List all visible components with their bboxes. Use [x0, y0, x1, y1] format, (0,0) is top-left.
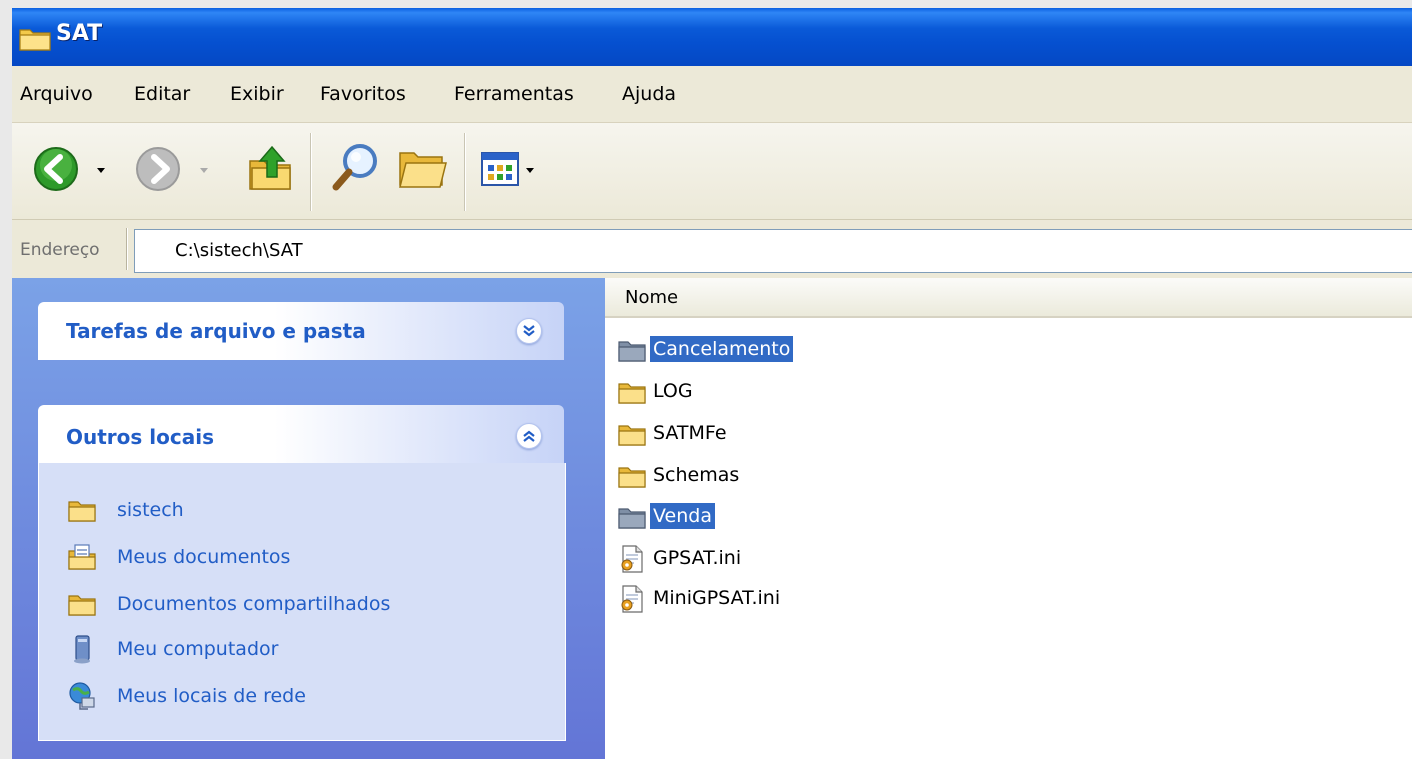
network-icon	[69, 682, 95, 710]
expand-chevron-icon[interactable]	[516, 318, 542, 344]
column-header-label: Nome	[625, 287, 679, 308]
search-icon[interactable]	[330, 141, 382, 195]
file-list: Nome Cancelamento LOG SATMFe Schemas Ven…	[605, 278, 1412, 759]
file-name: Cancelamento	[650, 336, 794, 362]
folder-icon	[618, 341, 646, 362]
menu-bar: Arquivo Editar Exibir Favoritos Ferramen…	[12, 66, 1412, 123]
back-icon[interactable]	[32, 145, 80, 193]
file-name: LOG	[653, 380, 693, 402]
address-label: Endereço	[20, 240, 100, 260]
file-name: Schemas	[653, 464, 740, 486]
menu-favoritos[interactable]: Favoritos	[320, 83, 406, 105]
menu-ajuda[interactable]: Ajuda	[622, 83, 676, 105]
place-item-label: Meu computador	[117, 638, 279, 660]
address-value: C:\sistech\SAT	[175, 240, 303, 261]
folder-icon	[618, 467, 646, 488]
window-title: SAT	[56, 21, 103, 46]
folder-icon	[68, 595, 96, 616]
place-item-label: sistech	[117, 499, 184, 521]
file-tasks-title: Tarefas de arquivo e pasta	[66, 319, 366, 343]
folder-icon	[19, 29, 51, 51]
other-places-title: Outros locais	[66, 425, 214, 449]
place-item-label: Meus documentos	[117, 546, 291, 568]
toolbar-separator	[310, 133, 312, 211]
ini-file-icon	[621, 585, 643, 613]
menu-editar[interactable]: Editar	[134, 83, 190, 105]
my-documents-icon	[68, 544, 96, 570]
menu-exibir[interactable]: Exibir	[230, 83, 284, 105]
ini-file-icon	[621, 545, 643, 573]
views-dropdown-arrow[interactable]	[526, 168, 534, 173]
task-pane: Tarefas de arquivo e pasta Outros locais	[12, 278, 605, 759]
file-name: SATMFe	[653, 422, 727, 444]
file-name: Venda	[650, 503, 715, 529]
forward-dropdown-arrow[interactable]	[200, 168, 208, 173]
computer-icon	[74, 635, 90, 664]
place-item-label: Meus locais de rede	[117, 685, 306, 707]
menu-ferramentas[interactable]: Ferramentas	[454, 83, 574, 105]
forward-icon[interactable]	[134, 145, 182, 193]
file-name: GPSAT.ini	[653, 547, 742, 569]
toolbar-separator	[464, 133, 466, 211]
menu-arquivo[interactable]: Arquivo	[20, 83, 93, 105]
back-dropdown-arrow[interactable]	[97, 168, 105, 173]
file-tasks-header[interactable]: Tarefas de arquivo e pasta	[38, 302, 564, 360]
other-places-list: sistech Meus documentos Documentos compa…	[38, 463, 566, 741]
views-icon[interactable]	[480, 151, 524, 189]
address-separator	[126, 228, 128, 270]
folder-icon	[618, 425, 646, 446]
other-places-header[interactable]: Outros locais	[38, 405, 564, 463]
address-input[interactable]: C:\sistech\SAT	[134, 229, 1412, 273]
title-bar[interactable]: SAT	[12, 8, 1412, 66]
address-bar: Endereço C:\sistech\SAT	[12, 220, 1412, 278]
toolbar	[12, 123, 1412, 220]
file-name: MiniGPSAT.ini	[653, 587, 781, 609]
column-header-name[interactable]: Nome	[605, 278, 1412, 318]
folder-icon	[68, 501, 96, 522]
folder-icon	[618, 383, 646, 404]
up-folder-icon[interactable]	[246, 141, 294, 193]
folder-icon	[618, 508, 646, 529]
place-item-label: Documentos compartilhados	[117, 593, 391, 615]
folders-icon[interactable]	[398, 145, 450, 193]
explorer-window: SAT Arquivo Editar Exibir Favoritos Ferr…	[12, 8, 1412, 759]
collapse-chevron-icon[interactable]	[516, 423, 542, 449]
